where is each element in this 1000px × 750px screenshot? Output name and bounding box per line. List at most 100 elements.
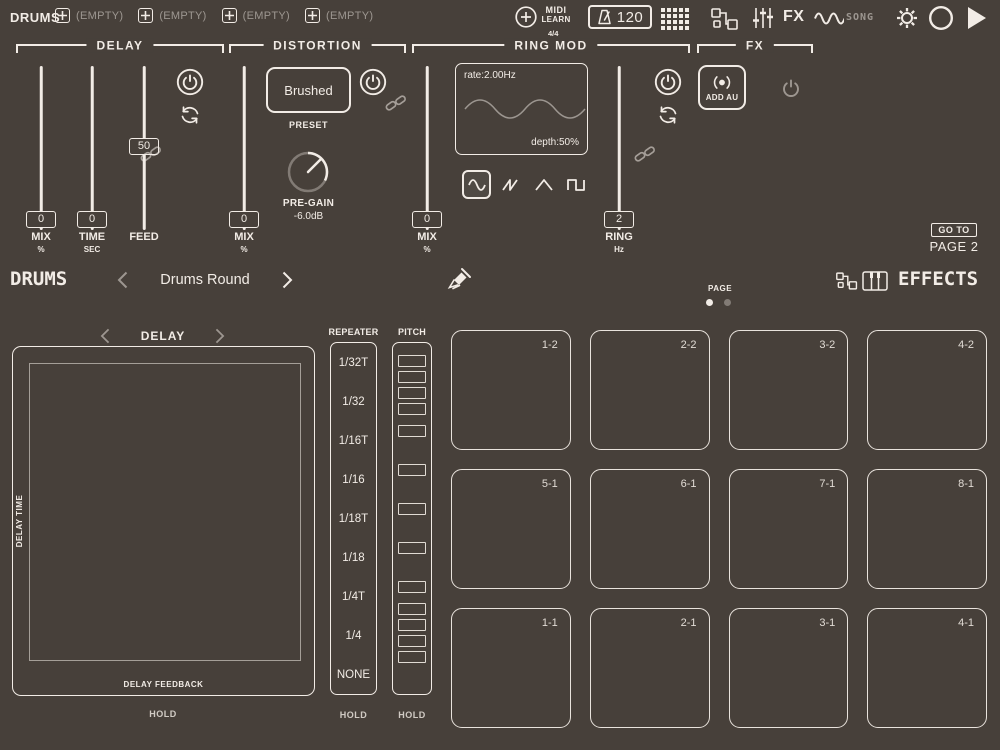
song-mode-button[interactable]: SONG <box>846 12 874 23</box>
repeater-item[interactable]: 1/18T <box>331 499 376 538</box>
channel-slot[interactable]: (EMPTY) <box>138 8 206 23</box>
lfo-display[interactable]: rate:2.00Hz depth:50% <box>455 63 588 155</box>
add-au-button[interactable]: ADD AU <box>698 65 746 110</box>
pitch-hold-button[interactable]: HOLD <box>392 710 432 720</box>
sine-icon <box>467 178 486 191</box>
pad[interactable]: 8-1 <box>867 469 987 589</box>
repeater-item[interactable]: 1/18 <box>331 538 376 577</box>
xy-pad[interactable]: DELAY TIME DELAY FEEDBACK <box>12 346 315 696</box>
pitch-segment <box>398 581 426 593</box>
add-channel-button[interactable] <box>55 8 70 23</box>
repeater-item[interactable]: NONE <box>331 655 376 694</box>
channel-slot[interactable]: (EMPTY) <box>55 8 123 23</box>
pregain-knob[interactable] <box>285 149 331 195</box>
add-channel-button[interactable] <box>138 8 154 23</box>
record-button[interactable] <box>928 5 954 31</box>
pad[interactable]: 4-2 <box>867 330 987 450</box>
preset-name[interactable]: Drums Round <box>138 272 272 288</box>
delay-link-button[interactable] <box>140 143 162 165</box>
ringmod-freq-slider[interactable]: 2 <box>602 64 636 232</box>
page2-label: PAGE 2 <box>929 239 979 254</box>
xy-next-button[interactable] <box>214 328 226 344</box>
square-icon <box>567 179 585 191</box>
xy-hold-button[interactable]: HOLD <box>128 709 198 719</box>
distortion-link-button[interactable] <box>385 92 407 114</box>
ringmod-mix-slider[interactable]: 0 <box>410 64 444 232</box>
channel-slot[interactable]: (EMPTY) <box>304 8 373 23</box>
pad[interactable]: 3-1 <box>728 608 849 728</box>
wave-saw-button[interactable] <box>498 172 524 198</box>
pad[interactable]: 2-1 <box>589 608 710 728</box>
pad[interactable]: 2-2 <box>589 330 710 450</box>
page-dot-2[interactable] <box>724 299 731 306</box>
goto-page2-button[interactable]: GO TO PAGE 2 <box>927 220 981 254</box>
add-channel-button[interactable] <box>221 8 237 23</box>
step-grid-button[interactable] <box>661 8 689 30</box>
wave-square-button[interactable] <box>563 172 589 198</box>
pad[interactable]: 6-1 <box>589 469 710 589</box>
xy-pad-area[interactable] <box>29 363 301 661</box>
add-fx-button[interactable] <box>515 6 537 28</box>
repeater-item[interactable]: 1/32 <box>331 382 376 421</box>
knob-icon <box>287 151 329 193</box>
repeater-item[interactable]: 1/4 <box>331 616 376 655</box>
ringmod-sync-button[interactable] <box>657 104 679 126</box>
wave-triangle-button[interactable] <box>531 172 557 198</box>
channel-slot[interactable]: (EMPTY) <box>221 8 290 23</box>
channel-slots: (EMPTY) (EMPTY) (EMPTY) (EMPTY) <box>55 8 373 23</box>
settings-button[interactable] <box>895 6 919 30</box>
pad[interactable]: 5-1 <box>451 469 571 589</box>
scene-view-button[interactable] <box>836 271 858 291</box>
pad[interactable]: 4-1 <box>867 608 987 728</box>
ringmod-mix-unit: % <box>423 245 431 254</box>
gear-icon <box>897 8 917 28</box>
fx-page-button[interactable]: FX <box>783 8 804 26</box>
pitch-segment <box>398 464 426 476</box>
repeater-item[interactable]: 1/16 <box>331 460 376 499</box>
delay-time-slider[interactable]: 0 <box>75 64 109 232</box>
topbar: DRUMS (EMPTY) (EMPTY) (EMPTY) (EMPTY) MI… <box>0 0 1000 38</box>
distortion-mix-slider[interactable]: 0 <box>227 64 261 232</box>
pad[interactable]: 1-1 <box>451 608 571 728</box>
add-channel-button[interactable] <box>304 8 320 23</box>
pitch-segment <box>398 425 426 437</box>
fx-section-title: FX <box>735 38 775 53</box>
ringmod-power-button[interactable] <box>654 68 682 96</box>
repeater-item[interactable]: 1/16T <box>331 421 376 460</box>
wave-view-button[interactable] <box>814 10 844 27</box>
bpm-display[interactable]: 120 <box>588 5 652 29</box>
pad[interactable]: 7-1 <box>728 469 849 589</box>
saw-icon <box>502 179 518 191</box>
delay-power-button[interactable] <box>176 68 204 96</box>
repeater-item[interactable]: 1/4T <box>331 577 376 616</box>
preset-prev-button[interactable] <box>116 271 129 289</box>
scene-view-button[interactable] <box>711 8 739 30</box>
metronome-icon <box>597 9 611 25</box>
keyboard-view-button[interactable] <box>862 271 888 291</box>
pad[interactable]: 1-2 <box>451 330 571 450</box>
pad[interactable]: 3-2 <box>728 330 849 450</box>
distortion-mix-unit: % <box>240 245 248 254</box>
distortion-power-button[interactable] <box>359 68 387 96</box>
delay-mix-slider[interactable]: 0 <box>24 64 58 232</box>
drums-tab[interactable]: DRUMS <box>10 10 60 25</box>
distortion-preset-button[interactable]: Brushed <box>266 67 351 113</box>
play-button[interactable] <box>967 6 987 30</box>
wave-sine-button[interactable] <box>462 170 491 199</box>
distortion-preset-label: PRESET <box>288 120 328 130</box>
mixer-faders-icon <box>753 8 773 28</box>
ringmod-link-button[interactable] <box>634 143 656 165</box>
midi-learn-button[interactable]: MIDI LEARN <box>538 5 574 25</box>
pitch-slider[interactable] <box>392 342 432 695</box>
delay-sync-button[interactable] <box>179 104 201 126</box>
mixer-button[interactable] <box>752 7 774 29</box>
clear-pads-button[interactable] <box>447 266 473 292</box>
preset-next-button[interactable] <box>281 271 294 289</box>
page-dot-1[interactable] <box>706 299 713 306</box>
repeater-item[interactable]: 1/32T <box>331 343 376 382</box>
xy-prev-button[interactable] <box>99 328 111 344</box>
fx-power-button[interactable] <box>781 78 801 98</box>
pad-page-dots[interactable] <box>706 299 731 306</box>
repeater-hold-button[interactable]: HOLD <box>330 710 377 720</box>
lfo-depth: depth:50% <box>531 137 579 148</box>
